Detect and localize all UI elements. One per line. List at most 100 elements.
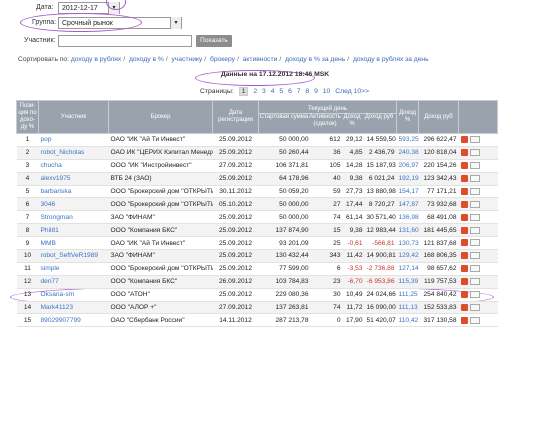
- portfolio-icon[interactable]: [460, 316, 468, 324]
- portfolio-icon[interactable]: [460, 213, 468, 221]
- portfolio-icon[interactable]: [460, 136, 468, 144]
- portfolio-icon[interactable]: [460, 291, 468, 298]
- sort-by-participant[interactable]: участнику: [172, 56, 203, 63]
- table-row: 14 Mark41123 ООО "АЛОР +" 27.09.2012 137 263…: [16, 301, 498, 315]
- portfolio-icon[interactable]: [460, 239, 468, 247]
- chart-icon[interactable]: [469, 278, 480, 286]
- portfolio-icon[interactable]: [460, 303, 468, 311]
- row-reg-date: 25.09.2012: [212, 223, 259, 238]
- portfolio-icon[interactable]: [460, 226, 468, 234]
- portfolio-icon[interactable]: [460, 252, 468, 260]
- row-reg-date: 25.09.2012: [212, 236, 259, 251]
- portfolio-icon[interactable]: [460, 265, 468, 273]
- table-row: 11 simple ООО "Брокерский дом "ОТКРЫТИЕ" 25…: [16, 262, 498, 276]
- chart-icon[interactable]: [469, 252, 480, 260]
- chart-icon[interactable]: [469, 226, 480, 234]
- participant-input[interactable]: [58, 35, 192, 47]
- chart-icon[interactable]: [469, 200, 480, 208]
- page-link[interactable]: 7: [297, 88, 301, 95]
- row-start-sum: 64 178,96: [258, 172, 311, 186]
- row-reg-date: 26.09.2012: [212, 275, 259, 289]
- row-participant[interactable]: pop: [38, 133, 109, 147]
- row-day-pct: 27,73: [342, 185, 365, 199]
- participant-label: Участник:: [24, 37, 56, 44]
- row-participant[interactable]: MMB: [38, 236, 109, 251]
- show-button[interactable]: Показать: [196, 35, 232, 47]
- row-participant[interactable]: alexv1975: [38, 172, 109, 186]
- row-day-pct: 10,49: [342, 288, 365, 302]
- chart-icon[interactable]: [469, 136, 480, 144]
- chart-icon[interactable]: [469, 187, 480, 195]
- col-participant[interactable]: Участник: [38, 100, 109, 134]
- chart-icon[interactable]: [469, 162, 480, 170]
- sort-by-broker[interactable]: брокеру: [210, 56, 235, 63]
- chart-icon[interactable]: [469, 303, 480, 311]
- page-link[interactable]: 5: [279, 88, 283, 95]
- row-participant[interactable]: Strongman: [38, 210, 109, 225]
- col-reg-date[interactable]: Дата регистрации: [212, 100, 259, 134]
- row-inc-pct: 111,13: [396, 301, 419, 315]
- page-link[interactable]: 10: [323, 88, 331, 95]
- table-row: 15 89029907799 ОАО "Сбербанк России" 14.11.…: [16, 313, 498, 328]
- row-participant[interactable]: 89029907799: [38, 313, 109, 328]
- row-participant[interactable]: robot_SeftVeR1989: [38, 249, 109, 263]
- row-participant[interactable]: Mark41123: [38, 301, 109, 315]
- portfolio-icon[interactable]: [460, 187, 468, 195]
- row-participant[interactable]: simple: [38, 262, 109, 276]
- col-broker[interactable]: Брокер: [108, 100, 213, 134]
- date-label: Дата:: [36, 4, 54, 11]
- row-actions: [458, 172, 498, 186]
- sort-by-income-pct[interactable]: доходу в %: [129, 56, 164, 63]
- row-participant[interactable]: 3046: [38, 197, 109, 212]
- sort-by-income-rub[interactable]: доходу в рублях: [71, 56, 121, 63]
- table-body: 1 pop ОАО "ИК "Ай Ти Инвест" 25.09.2012 50 0…: [16, 133, 498, 328]
- col-inc-rub[interactable]: Доход руб: [418, 100, 459, 134]
- page-link[interactable]: 3: [262, 88, 266, 95]
- sort-by-day-rub[interactable]: доходу в рублях за день: [353, 56, 429, 63]
- row-broker: ООО "Брокерский дом "ОТКРЫТИЕ": [108, 185, 213, 199]
- chart-icon[interactable]: [469, 265, 480, 273]
- portfolio-icon[interactable]: [460, 149, 468, 157]
- row-participant[interactable]: Phil81: [38, 223, 109, 238]
- page-link[interactable]: 4: [271, 88, 275, 95]
- page-link[interactable]: 2: [253, 88, 257, 95]
- col-current-day: Текущий день Стартовая сумма Активность …: [258, 100, 397, 134]
- row-inc-pct: 593,25: [396, 133, 419, 147]
- portfolio-icon[interactable]: [460, 200, 468, 208]
- portfolio-icon[interactable]: [460, 174, 468, 182]
- portfolio-icon[interactable]: [460, 278, 468, 286]
- next-pages-link[interactable]: След 10>>: [335, 88, 369, 95]
- row-participant[interactable]: den77: [38, 275, 109, 289]
- col-day-pct[interactable]: Доход %: [341, 114, 363, 128]
- data-timestamp-heading: Данные на 17.12.2012 18:46 MSK: [220, 71, 330, 78]
- chevron-down-icon[interactable]: ▾: [170, 17, 181, 29]
- row-broker: ВТБ 24 (ЗАО): [108, 172, 213, 186]
- row-reg-date: 25.09.2012: [212, 133, 259, 147]
- chart-icon[interactable]: [469, 213, 480, 221]
- row-reg-date: 25.09.2012: [212, 210, 259, 225]
- row-participant[interactable]: robot_Nicholas: [38, 146, 109, 160]
- chart-icon[interactable]: [469, 174, 480, 182]
- chart-icon[interactable]: [469, 316, 480, 324]
- row-activity: 36: [310, 146, 343, 160]
- row-participant[interactable]: Oksana-sm: [38, 288, 109, 302]
- portfolio-icon[interactable]: [460, 162, 468, 170]
- page-link[interactable]: 9: [314, 88, 318, 95]
- chart-icon[interactable]: [469, 291, 480, 298]
- col-activity[interactable]: Активность (сделок): [309, 114, 341, 128]
- row-inc-pct: 110,42: [396, 313, 419, 328]
- col-day-rub[interactable]: Доход руб: [363, 114, 395, 128]
- col-place[interactable]: Пози- ция по дохо- ду %: [16, 100, 39, 134]
- sort-by-day-pct[interactable]: доходу в % за день: [285, 56, 345, 63]
- chart-icon[interactable]: [469, 239, 480, 247]
- page-link[interactable]: 6: [288, 88, 292, 95]
- row-participant[interactable]: chucha: [38, 159, 109, 173]
- col-inc-pct[interactable]: Доход %: [396, 100, 419, 134]
- col-start-sum[interactable]: Стартовая сумма: [259, 114, 309, 128]
- sort-by-activity[interactable]: активности: [243, 56, 278, 63]
- row-actions: [458, 236, 498, 251]
- row-participant[interactable]: barbariska: [38, 185, 109, 199]
- chart-icon[interactable]: [469, 149, 480, 157]
- page-link[interactable]: 8: [305, 88, 309, 95]
- page-link[interactable]: 1: [238, 87, 249, 96]
